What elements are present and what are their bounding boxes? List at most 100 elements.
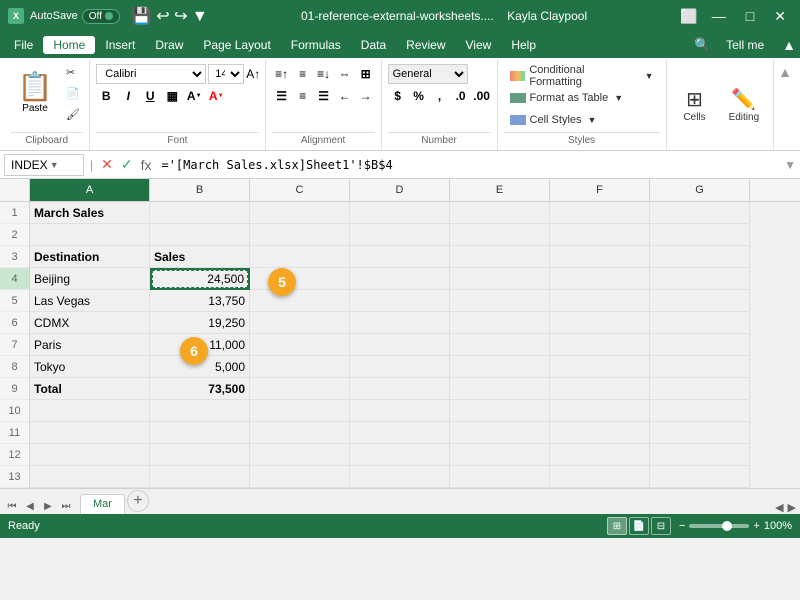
cell-c12[interactable] — [250, 444, 350, 466]
dec-inc-button[interactable]: .0 — [451, 86, 471, 106]
cell-c9[interactable] — [250, 378, 350, 400]
format-as-table-button[interactable]: Format as Table ▼ — [504, 88, 660, 108]
cell-a8[interactable]: Tokyo — [30, 356, 150, 378]
col-header-g[interactable]: G — [650, 179, 750, 201]
cell-f3[interactable] — [550, 246, 650, 268]
cell-d13[interactable] — [350, 466, 450, 488]
indent-inc-button[interactable]: → — [356, 86, 376, 106]
cell-c4[interactable] — [250, 268, 350, 290]
cut-button[interactable]: ✂ — [62, 62, 84, 82]
copy-button[interactable]: 📄 — [62, 83, 84, 103]
col-header-f[interactable]: F — [550, 179, 650, 201]
col-header-a[interactable]: A — [30, 179, 150, 201]
cell-d8[interactable] — [350, 356, 450, 378]
menu-tell-me[interactable]: Tell me — [716, 36, 774, 54]
cell-b12[interactable] — [150, 444, 250, 466]
formula-expand-icon[interactable]: ▼ — [784, 158, 796, 172]
cell-d4[interactable] — [350, 268, 450, 290]
close-button[interactable]: ✕ — [768, 6, 792, 27]
maximize-button[interactable]: □ — [740, 6, 760, 26]
cell-c8[interactable] — [250, 356, 350, 378]
sheet-nav-first[interactable]: ⏮ — [4, 498, 20, 514]
cell-b4[interactable]: 24,500 — [150, 268, 250, 290]
cell-g3[interactable] — [650, 246, 750, 268]
border-button[interactable]: ▦ — [162, 86, 182, 106]
cell-e5[interactable] — [450, 290, 550, 312]
page-layout-view-button[interactable]: 📄 — [629, 517, 649, 535]
sheet-tab-mar[interactable]: Mar — [80, 494, 125, 514]
align-top-button[interactable]: ≡↑ — [272, 64, 292, 84]
sheet-nav-next[interactable]: ▶ — [40, 498, 56, 514]
row-num-8[interactable]: 8 — [0, 356, 30, 378]
cell-f7[interactable] — [550, 334, 650, 356]
cell-f10[interactable] — [550, 400, 650, 422]
cell-d2[interactable] — [350, 224, 450, 246]
cell-b10[interactable] — [150, 400, 250, 422]
row-num-3[interactable]: 3 — [0, 246, 30, 268]
menu-data[interactable]: Data — [351, 36, 396, 54]
cell-styles-button[interactable]: Cell Styles ▼ — [504, 110, 660, 130]
fill-color-button[interactable]: A▼ — [184, 86, 204, 106]
row-num-1[interactable]: 1 — [0, 202, 30, 224]
cell-f8[interactable] — [550, 356, 650, 378]
cell-c5[interactable] — [250, 290, 350, 312]
grid-scroll-area[interactable]: A B C D E F G 1 March Sales 2 — [0, 179, 800, 488]
cell-g1[interactable] — [650, 202, 750, 224]
cell-b6[interactable]: 19,250 — [150, 312, 250, 334]
formula-confirm-button[interactable]: ✓ — [119, 154, 135, 175]
col-header-d[interactable]: D — [350, 179, 450, 201]
cell-b9[interactable]: 73,500 — [150, 378, 250, 400]
merge-button[interactable]: ⊞ — [356, 64, 376, 84]
cell-g5[interactable] — [650, 290, 750, 312]
cell-c7[interactable] — [250, 334, 350, 356]
cell-a13[interactable] — [30, 466, 150, 488]
format-painter-button[interactable]: 🖌 — [62, 104, 84, 124]
cell-a3[interactable]: Destination — [30, 246, 150, 268]
row-num-7[interactable]: 7 — [0, 334, 30, 356]
cell-a4[interactable]: Beijing — [30, 268, 150, 290]
cell-f12[interactable] — [550, 444, 650, 466]
cell-a6[interactable]: CDMX — [30, 312, 150, 334]
cell-a11[interactable] — [30, 422, 150, 444]
col-header-b[interactable]: B — [150, 179, 250, 201]
col-header-e[interactable]: E — [450, 179, 550, 201]
row-num-6[interactable]: 6 — [0, 312, 30, 334]
row-num-4[interactable]: 4 — [0, 268, 30, 290]
cell-g9[interactable] — [650, 378, 750, 400]
cell-d9[interactable] — [350, 378, 450, 400]
cell-e2[interactable] — [450, 224, 550, 246]
name-box[interactable]: INDEX ▼ — [4, 154, 84, 176]
cell-g2[interactable] — [650, 224, 750, 246]
cell-a5[interactable]: Las Vegas — [30, 290, 150, 312]
center-align-button[interactable]: ≡ — [293, 86, 313, 106]
cell-a9[interactable]: Total — [30, 378, 150, 400]
cell-f2[interactable] — [550, 224, 650, 246]
zoom-thumb[interactable] — [722, 521, 732, 531]
cell-b2[interactable] — [150, 224, 250, 246]
row-num-5[interactable]: 5 — [0, 290, 30, 312]
cell-g8[interactable] — [650, 356, 750, 378]
cell-c11[interactable] — [250, 422, 350, 444]
cell-f5[interactable] — [550, 290, 650, 312]
menu-insert[interactable]: Insert — [95, 36, 145, 54]
cell-g13[interactable] — [650, 466, 750, 488]
formula-fx-button[interactable]: fx — [139, 155, 154, 175]
menu-review[interactable]: Review — [396, 36, 455, 54]
cell-g11[interactable] — [650, 422, 750, 444]
cell-f9[interactable] — [550, 378, 650, 400]
align-bottom-button[interactable]: ≡↓ — [314, 64, 334, 84]
cell-styles-dropdown[interactable]: ▼ — [588, 115, 597, 125]
page-break-view-button[interactable]: ⊟ — [651, 517, 671, 535]
cell-c6[interactable] — [250, 312, 350, 334]
cell-d7[interactable] — [350, 334, 450, 356]
cell-a1[interactable]: March Sales — [30, 202, 150, 224]
cell-c13[interactable] — [250, 466, 350, 488]
cell-f1[interactable] — [550, 202, 650, 224]
add-sheet-button[interactable]: + — [127, 490, 149, 512]
currency-button[interactable]: $ — [388, 86, 408, 106]
conditional-formatting-button[interactable]: Conditional Formatting ▼ — [504, 66, 660, 86]
zoom-in-icon[interactable]: + — [753, 520, 759, 532]
cell-e11[interactable] — [450, 422, 550, 444]
cell-e9[interactable] — [450, 378, 550, 400]
cell-d1[interactable] — [350, 202, 450, 224]
